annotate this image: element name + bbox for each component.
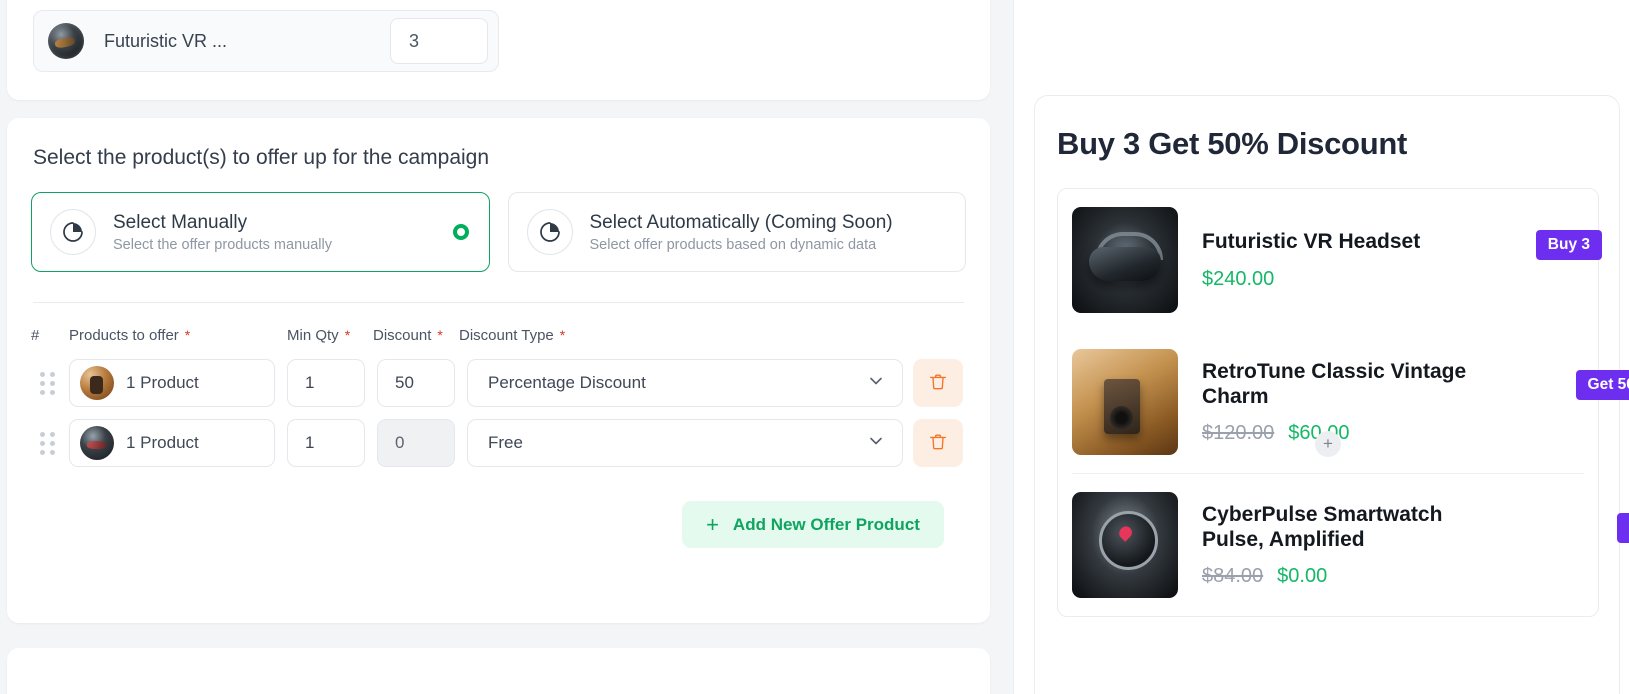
- trash-icon: [927, 371, 949, 396]
- header-discount-label: Discount: [373, 326, 432, 344]
- header-discount: Discount *: [373, 327, 459, 344]
- smartwatch-image: [1072, 492, 1178, 598]
- preview-product-prices: $84.00 $0.00: [1202, 565, 1584, 588]
- row-discount-input: 0: [377, 419, 455, 467]
- preview-product-body: Futuristic VR Headset $240.00 Buy 3: [1202, 229, 1602, 291]
- drag-handle-icon[interactable]: [31, 371, 69, 395]
- row-discount-input[interactable]: 50: [377, 359, 455, 407]
- chevron-down-icon: [866, 371, 886, 396]
- trigger-product-row[interactable]: Futuristic VR ... 3: [33, 10, 499, 72]
- section-divider: [33, 302, 964, 303]
- mode-option-text: Select Automatically (Coming Soon) Selec…: [590, 211, 893, 254]
- preview-product-prices: $120.00 $60.00: [1202, 422, 1584, 445]
- trigger-quantity-input[interactable]: 3: [390, 18, 488, 64]
- pie-chart-icon: [526, 209, 573, 255]
- preview-product-item[interactable]: Futuristic VR Headset $240.00 Buy 3: [1072, 189, 1602, 331]
- smartwatch-thumbnail-icon: [80, 426, 114, 460]
- preview-product-name: CyberPulse Smartwatch Pulse, Amplified: [1202, 502, 1443, 551]
- mode-option-label: Select Automatically (Coming Soon): [589, 211, 893, 233]
- header-product: Products to offer *: [69, 327, 287, 344]
- row-delete-button[interactable]: [913, 419, 963, 467]
- required-asterisk: *: [184, 326, 191, 343]
- row-product-label: 1 Product: [126, 433, 199, 452]
- offer-products-card: Select the product(s) to offer up for th…: [7, 118, 990, 623]
- speaker-image: [1072, 349, 1178, 455]
- preview-product-badge: Buy 3: [1535, 230, 1602, 261]
- trigger-product-card: Futuristic VR ... 3: [7, 0, 990, 100]
- table-header-row: # Products to offer * Min Qty * Discount * …: [31, 323, 966, 347]
- preview-product-old-price: $120.00: [1202, 422, 1275, 445]
- required-asterisk: *: [559, 326, 566, 343]
- preview-product-new-price: $0.00: [1277, 565, 1328, 588]
- preview-product-name: RetroTune Classic Vintage Charm: [1202, 359, 1467, 408]
- mode-option-select-manually[interactable]: Select Manually Select the offer product…: [31, 192, 490, 272]
- preview-product-name: Futuristic VR Headset: [1202, 230, 1421, 254]
- row-discount-type-select[interactable]: Percentage Discount: [467, 359, 903, 407]
- mode-option-text: Select Manually Select the offer product…: [113, 211, 332, 254]
- speaker-thumbnail-icon: [80, 366, 114, 400]
- required-asterisk: *: [344, 326, 351, 343]
- header-min-qty: Min Qty *: [287, 327, 373, 344]
- table-row: 1 Product 1 50 Percentage Discount: [31, 359, 966, 407]
- vr-headset-image: [1072, 207, 1178, 313]
- pie-chart-icon: [50, 209, 96, 255]
- row-product-selector[interactable]: 1 Product: [69, 419, 275, 467]
- add-button-row: + Add New Offer Product: [31, 501, 966, 548]
- header-min-qty-label: Min Qty: [287, 326, 339, 344]
- preview-product-badge: Get 50% OFF: [1575, 369, 1629, 400]
- row-delete-button[interactable]: [913, 359, 963, 407]
- header-discount-type: Discount Type *: [459, 327, 897, 344]
- preview-product-list: Futuristic VR Headset $240.00 Buy 3 + Re…: [1057, 188, 1629, 617]
- preview-product-item[interactable]: CyberPulse Smartwatch Pulse, Amplified $…: [1072, 473, 1629, 616]
- page-root: Futuristic VR ... 3 Select the product(s…: [0, 0, 1629, 694]
- drag-handle-icon[interactable]: [31, 431, 69, 455]
- vr-headset-thumbnail-icon: [48, 23, 84, 59]
- mode-option-label: Select Manually: [113, 211, 248, 233]
- plus-separator-icon: +: [1315, 431, 1341, 457]
- campaign-editor-column: Futuristic VR ... 3 Select the product(s…: [0, 0, 1013, 694]
- header-index: #: [31, 326, 40, 344]
- offer-products-table: # Products to offer * Min Qty * Discount * …: [31, 323, 966, 548]
- trash-icon: [927, 431, 949, 456]
- preview-product-badge: Get Free: [1617, 512, 1629, 543]
- preview-product-prices: $240.00: [1202, 268, 1584, 291]
- offer-preview-panel: Buy 3 Get 50% Discount Futuristic VR Hea…: [1034, 95, 1629, 694]
- row-discount-type-value: Percentage Discount: [488, 373, 646, 392]
- header-product-label: Products to offer: [69, 326, 179, 344]
- preview-title: Buy 3 Get 50% Discount: [1057, 126, 1407, 161]
- radio-selected-icon[interactable]: [452, 224, 469, 240]
- required-asterisk: *: [437, 326, 443, 343]
- trigger-product-name: Futuristic VR ...: [104, 30, 228, 51]
- row-min-qty-input[interactable]: 1: [287, 419, 365, 467]
- mode-option-select-automatically[interactable]: Select Automatically (Coming Soon) Selec…: [507, 192, 966, 272]
- add-new-offer-product-button[interactable]: + Add New Offer Product: [682, 501, 944, 548]
- table-row: 1 Product 1 0 Free: [31, 419, 966, 467]
- preview-product-new-price: $240.00: [1202, 267, 1275, 290]
- section-title: Select the product(s) to offer up for th…: [33, 146, 490, 169]
- mode-option-sublabel: Select the offer products manually: [113, 237, 332, 254]
- preview-column: Buy 3 Get 50% Discount Futuristic VR Hea…: [1013, 0, 1629, 694]
- row-discount-type-value: Free: [488, 433, 523, 452]
- add-button-label: Add New Offer Product: [732, 514, 920, 534]
- row-product-selector[interactable]: 1 Product: [69, 359, 275, 407]
- next-section-card: [7, 648, 990, 694]
- row-product-label: 1 Product: [126, 373, 199, 392]
- preview-product-body: CyberPulse Smartwatch Pulse, Amplified $…: [1202, 502, 1629, 588]
- mode-option-sublabel: Select offer products based on dynamic d…: [589, 237, 877, 254]
- preview-product-body: RetroTune Classic Vintage Charm $120.00 …: [1202, 359, 1629, 445]
- plus-icon: +: [706, 511, 719, 537]
- chevron-down-icon: [866, 431, 886, 456]
- header-discount-type-label: Discount Type: [459, 326, 554, 344]
- row-min-qty-input[interactable]: 1: [287, 359, 365, 407]
- row-discount-type-select[interactable]: Free: [467, 419, 903, 467]
- preview-product-old-price: $84.00: [1202, 565, 1264, 588]
- selection-mode-group: Select Manually Select the offer product…: [31, 192, 966, 272]
